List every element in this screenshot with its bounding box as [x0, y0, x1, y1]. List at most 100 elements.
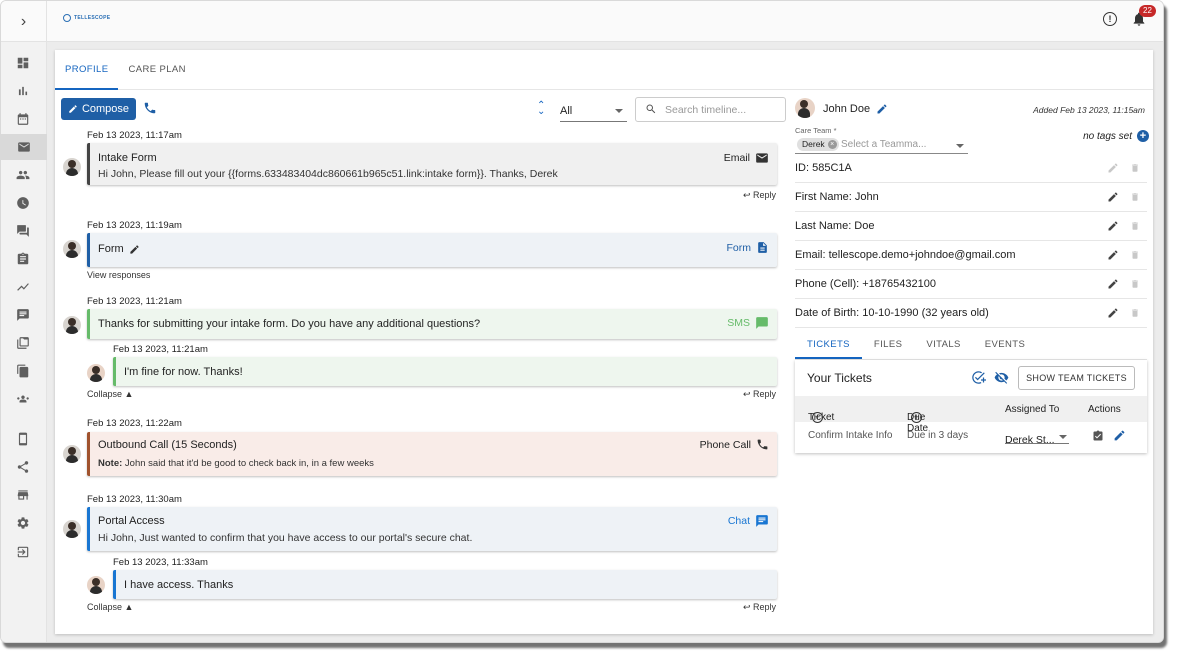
call-button[interactable] [143, 101, 157, 115]
device-icon[interactable] [16, 432, 30, 446]
tab-care-plan[interactable]: CARE PLAN [118, 50, 195, 90]
logout-icon[interactable] [16, 545, 30, 559]
add-tag-button[interactable]: + [1137, 130, 1149, 142]
timeline-item-form[interactable]: Form Form [87, 233, 777, 267]
item-title: Intake Form [98, 152, 157, 164]
care-team-placeholder: Select a Teamma... [841, 139, 927, 150]
clock-icon[interactable] [16, 196, 30, 210]
care-team-select[interactable]: Derek × Select a Teamma... [795, 136, 968, 154]
expand-sidebar-button[interactable]: › [1, 1, 47, 42]
reply-button[interactable]: ↩ Reply [743, 389, 776, 400]
compose-button[interactable]: Compose [61, 98, 136, 120]
pencil-icon[interactable] [1107, 307, 1119, 319]
caret-down-icon [615, 109, 623, 113]
detail-tabs: TICKETS FILES VITALS EVENTS [795, 330, 1147, 360]
tab-events[interactable]: EVENTS [973, 330, 1037, 359]
header-actions: Actions [1088, 404, 1121, 415]
item-kind: Email [724, 151, 769, 165]
sort-icon[interactable]: ⌃ ⌄ [537, 101, 545, 117]
field-row-phone: Phone (Cell): +18765432100 [795, 270, 1147, 299]
collapse-button[interactable]: Collapse ▲ [87, 602, 133, 612]
pencil-icon[interactable] [129, 244, 140, 255]
search-icon [646, 104, 656, 114]
timeline-item-email[interactable]: Intake Form Email Hi John, Please fill o… [87, 143, 777, 185]
assignment-done-icon[interactable] [1092, 430, 1104, 442]
pencil-icon[interactable] [1107, 191, 1119, 203]
visibility-off-icon[interactable] [994, 370, 1009, 385]
assigned-to-select[interactable]: Derek St... [1005, 426, 1069, 446]
gear-icon[interactable] [16, 516, 30, 530]
item-kind-label: Phone Call [699, 438, 751, 451]
item-body: Hi John, Please fill out your {{forms.63… [98, 168, 558, 180]
collapse-button[interactable]: Collapse ▲ [87, 389, 133, 399]
dashboard-icon[interactable] [16, 56, 30, 70]
pencil-icon [1108, 163, 1118, 173]
pencil-icon[interactable] [1113, 429, 1126, 442]
forum-icon[interactable] [16, 224, 30, 238]
notifications-button[interactable]: 22 [1131, 5, 1156, 27]
timeline-item-call[interactable]: Outbound Call (15 Seconds) Phone Call No… [87, 432, 777, 476]
add-task-icon[interactable] [971, 370, 986, 385]
caret-down-icon [956, 144, 964, 148]
view-responses-link[interactable]: View responses [87, 270, 150, 280]
timeline-response[interactable]: I'm fine for now. Thanks! [113, 357, 777, 386]
pencil-icon[interactable] [1107, 220, 1119, 232]
ticket-actions [1092, 429, 1126, 445]
field-label: Phone (Cell): +18765432100 [795, 278, 936, 290]
search-timeline-input[interactable]: Search timeline... [635, 97, 786, 122]
tellescope-logo: TELLESCOPE [63, 14, 110, 22]
timeline-item-chat[interactable]: Portal Access Chat Hi John, Just wanted … [87, 507, 777, 551]
table-row: Confirm Intake Info Due in 3 days Derek … [795, 422, 1147, 452]
item-title: Outbound Call (15 Seconds) [98, 439, 237, 451]
field-label: Date of Birth: 10-10-1990 (32 years old) [795, 307, 989, 319]
tab-tickets[interactable]: TICKETS [795, 330, 862, 359]
bar-chart-icon[interactable] [16, 84, 30, 98]
clipboard-icon[interactable] [16, 252, 30, 266]
reply-button[interactable]: ↩ Reply [743, 190, 776, 201]
timeline-response[interactable]: I have access. Thanks [113, 570, 777, 599]
patient-name: John Doe [823, 103, 871, 115]
item-title: Thanks for submitting your intake form. … [98, 318, 481, 330]
timestamp: Feb 13 2023, 11:17am [87, 130, 182, 141]
reply-button[interactable]: ↩ Reply [743, 602, 776, 613]
note-label: Note: [98, 458, 123, 469]
mail-icon[interactable] [1, 134, 47, 160]
tab-files[interactable]: FILES [862, 330, 914, 359]
calendar-icon[interactable] [16, 112, 30, 126]
share-icon[interactable] [16, 460, 30, 474]
item-kind: SMS [727, 316, 769, 330]
filter-value: All [560, 105, 573, 117]
trend-icon[interactable] [16, 280, 30, 294]
ticket-title[interactable]: Confirm Intake Info [808, 430, 892, 441]
pencil-icon[interactable] [876, 103, 888, 115]
added-date: Added Feb 13 2023, 11:15am [1033, 105, 1145, 115]
close-icon[interactable]: × [827, 140, 837, 149]
search-placeholder: Search timeline... [665, 104, 747, 116]
patient-avatar [87, 364, 105, 382]
copy-icon[interactable] [16, 364, 30, 378]
item-kind: Phone Call [700, 438, 769, 451]
store-icon[interactable] [16, 488, 30, 502]
tab-profile[interactable]: PROFILE [55, 50, 119, 90]
field-label: Email: tellescope.demo+johndoe@gmail.com [795, 249, 1016, 261]
people-icon[interactable] [16, 168, 30, 182]
ticket-due: Due in 3 days [907, 430, 969, 441]
filter-select[interactable]: All [560, 100, 627, 122]
pencil-icon[interactable] [1107, 249, 1119, 261]
patient-avatar [795, 98, 815, 118]
tags-area: no tags set + [1083, 130, 1149, 142]
folder-icon[interactable] [16, 336, 30, 350]
tab-vitals[interactable]: VITALS [914, 330, 972, 359]
message-icon[interactable] [16, 308, 30, 322]
show-team-tickets-button[interactable]: SHOW TEAM TICKETS [1018, 366, 1135, 390]
trash-icon [1132, 193, 1138, 201]
care-team-chip[interactable]: Derek × [797, 138, 839, 151]
timestamp: Feb 13 2023, 11:21am [87, 296, 182, 307]
alert-icon[interactable]: ! [1103, 12, 1117, 26]
tags-text: no tags set [1083, 130, 1132, 142]
pencil-icon[interactable] [1107, 278, 1119, 290]
trash-icon [1132, 280, 1138, 288]
groups-icon[interactable] [16, 392, 30, 406]
timeline-item-sms[interactable]: Thanks for submitting your intake form. … [87, 309, 777, 339]
main-content: PROFILE CARE PLAN Compose ⌃ ⌄ All Search… [47, 42, 1163, 642]
